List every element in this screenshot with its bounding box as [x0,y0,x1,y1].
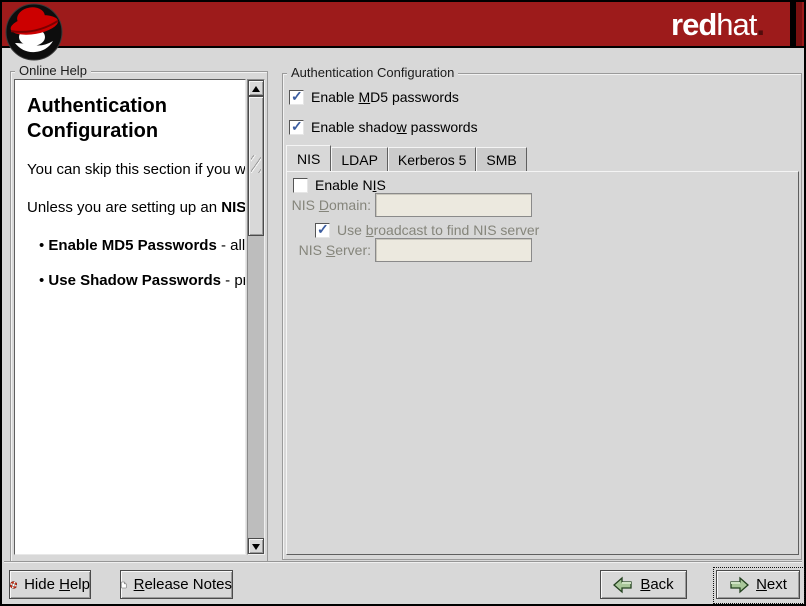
nis-server-field [375,238,532,262]
broadcast-checkbox [315,223,330,238]
scrollbar-grip-icon [251,155,261,173]
back-arrow-icon [613,576,633,594]
nis-server-label: NIS Server: [289,242,371,258]
nis-domain-label: NIS Domain: [289,197,371,213]
help-bullet: • Use Shadow Passwords - provides a very… [39,271,239,291]
next-label: Next [756,576,787,593]
help-content: Authentication Configuration You can ski… [15,80,245,291]
help-paragraph: You can skip this section if you will no… [27,160,239,180]
hide-help-label: Hide Help [24,576,90,593]
shadow-checkbox[interactable] [289,120,304,135]
md5-checkbox[interactable] [289,90,304,105]
footer-separator [4,561,802,563]
online-help-frame: Online Help Authentication Configuration… [10,71,268,562]
online-help-frame-label: Online Help [15,63,91,78]
tab-nis[interactable]: NIS [286,145,331,171]
back-button[interactable]: Back [600,570,687,599]
help-scrollbar[interactable] [247,79,265,555]
arrow-up-icon [252,86,260,92]
help-scroll-viewport[interactable]: Authentication Configuration You can ski… [14,79,246,555]
auth-tab-bar: NIS LDAP Kerberos 5 SMB [286,147,527,171]
next-arrow-icon [729,576,749,594]
life-preserver-icon [10,576,17,594]
nis-tab-page: Enable NIS NIS Domain: Use broadcast to … [286,171,799,555]
help-paragraph: Unless you are setting up an NIS passwor… [27,198,239,218]
authentication-configuration-frame-label: Authentication Configuration [287,65,458,80]
nis-domain-field [375,193,532,217]
help-bullet: • Enable MD5 Passwords - allows a long p… [39,236,239,256]
release-notes-label: Release Notes [134,576,232,593]
tab-smb[interactable]: SMB [476,147,526,171]
scrollbar-thumb[interactable] [248,96,264,236]
arrow-down-icon [252,544,260,550]
installer-window: redhat. Online Help Authentication Confi… [0,0,806,606]
broadcast-label: Use broadcast to find NIS server [337,222,539,238]
help-title: Authentication Configuration [27,94,239,144]
enable-nis-checkbox[interactable] [293,178,308,193]
redhat-logo-icon [5,3,63,61]
md5-label[interactable]: Enable MD5 passwords [311,89,459,105]
release-notes-button[interactable]: Release Notes [120,570,233,599]
enable-nis-label[interactable]: Enable NIS [315,177,386,193]
next-button[interactable]: Next [716,570,800,599]
scrollbar-up-button[interactable] [248,80,264,96]
tab-kerberos5[interactable]: Kerberos 5 [388,147,476,171]
scrollbar-down-button[interactable] [248,538,264,554]
authentication-configuration-frame: Authentication Configuration Enable MD5 … [282,73,802,560]
shadow-label[interactable]: Enable shadow passwords [311,119,478,135]
banner-edge-decoration [796,2,802,46]
brand-wordmark: redhat. [671,7,764,43]
document-icon [121,576,127,594]
hide-help-button[interactable]: Hide Help [9,570,91,599]
tab-ldap[interactable]: LDAP [331,147,388,171]
back-label: Back [640,576,673,593]
top-banner: redhat. [2,2,804,48]
